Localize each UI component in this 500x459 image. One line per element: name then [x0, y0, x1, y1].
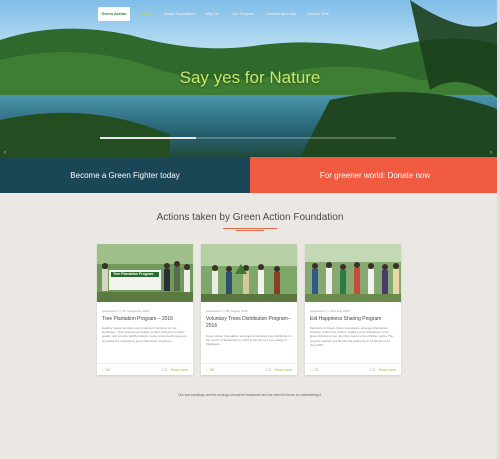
post-card-tree-distribution: greenaction ◷ 8th August 2016 Voluntary … [201, 244, 297, 375]
nav-item-about-foundation[interactable]: About Foundation [164, 11, 196, 16]
post-photo-eid-happiness[interactable] [305, 244, 401, 302]
top-navigation: Green Action Home About Foundation Why U… [0, 3, 500, 21]
hero-title: Say yes for Nature [179, 68, 321, 87]
section-title-divider [223, 228, 277, 229]
become-green-fighter-button[interactable]: Become a Green Fighter today [0, 157, 250, 193]
post-photo-tree-plantation[interactable]: Tree Plantation Program [97, 244, 193, 302]
slider-progress-bar [100, 137, 196, 139]
cta-left-label: Become a Green Fighter today [70, 170, 180, 180]
post-excerpt: Healthy forests provide many important f… [102, 326, 187, 343]
nav-item-home[interactable]: Home [142, 11, 153, 16]
section-title-divider-accent [236, 230, 264, 231]
post-meta: greenaction ◷ 23rd July 2016 [310, 309, 350, 313]
post-meta: greenaction ◷ 7th September 2016 [102, 309, 150, 313]
nav-item-our-projects[interactable]: Our Projects [232, 11, 254, 16]
footer-tagline: Our surroundings and its ecology should … [177, 393, 323, 397]
post-title[interactable]: Tree Plantation Program – 2016 [102, 316, 190, 323]
nav-item-why-us[interactable]: Why Us [205, 11, 219, 16]
nav-item-contact-and-help[interactable]: Contact and help [266, 11, 296, 16]
comment-count[interactable]: ☐ 0 [161, 368, 167, 372]
post-excerpt: Green action Foundation arranged a volun… [206, 334, 292, 347]
post-card-eid-happiness: greenaction ◷ 23rd July 2016 Eid Happine… [305, 244, 401, 375]
read-more-link[interactable]: Read more [171, 368, 188, 372]
slider-prev-arrow-icon[interactable]: ‹ [4, 150, 6, 156]
site-logo[interactable]: Green Action [98, 7, 130, 21]
post-footer: ♡ 65 ☐ 0 Read more [201, 363, 297, 375]
post-excerpt: Members of Green Action Foundation arran… [310, 326, 394, 347]
post-title[interactable]: Voluntary Trees Distribution Program–201… [206, 316, 294, 330]
post-card-tree-plantation: Tree Plantation Program greenaction ◷ 7t… [97, 244, 193, 375]
post-meta: greenaction ◷ 8th August 2016 [206, 309, 248, 313]
slider-next-arrow-icon[interactable]: › [490, 150, 492, 156]
post-photo-banner-text: Tree Plantation Program [113, 272, 154, 276]
post-title[interactable]: Eid Happiness Sharing Program [310, 316, 398, 323]
post-footer: ♡ 60 ☐ 0 Read more [97, 363, 193, 375]
read-more-link[interactable]: Read more [379, 368, 396, 372]
donate-now-button[interactable]: For greener world: Donate now [250, 157, 500, 193]
cta-right-label: For greener world: Donate now [319, 170, 431, 180]
comment-count[interactable]: ☐ 0 [369, 368, 375, 372]
like-count-button[interactable]: ♡ 65 [206, 368, 214, 372]
post-photo-tree-distribution[interactable] [201, 244, 297, 302]
slider-progress-track [196, 137, 396, 139]
hero-slider: Green Action Home About Foundation Why U… [0, 0, 500, 157]
read-more-link[interactable]: Read more [275, 368, 292, 372]
like-count-button[interactable]: ♡ 60 [102, 368, 110, 372]
section-title: Actions taken by Green Action Foundation [156, 212, 344, 223]
comment-count[interactable]: ☐ 0 [265, 368, 271, 372]
post-footer: ♡ 70 ☐ 0 Read more [305, 363, 401, 375]
nav-item-donate-tree[interactable]: Donate Tree [307, 11, 329, 16]
like-count-button[interactable]: ♡ 70 [310, 368, 318, 372]
